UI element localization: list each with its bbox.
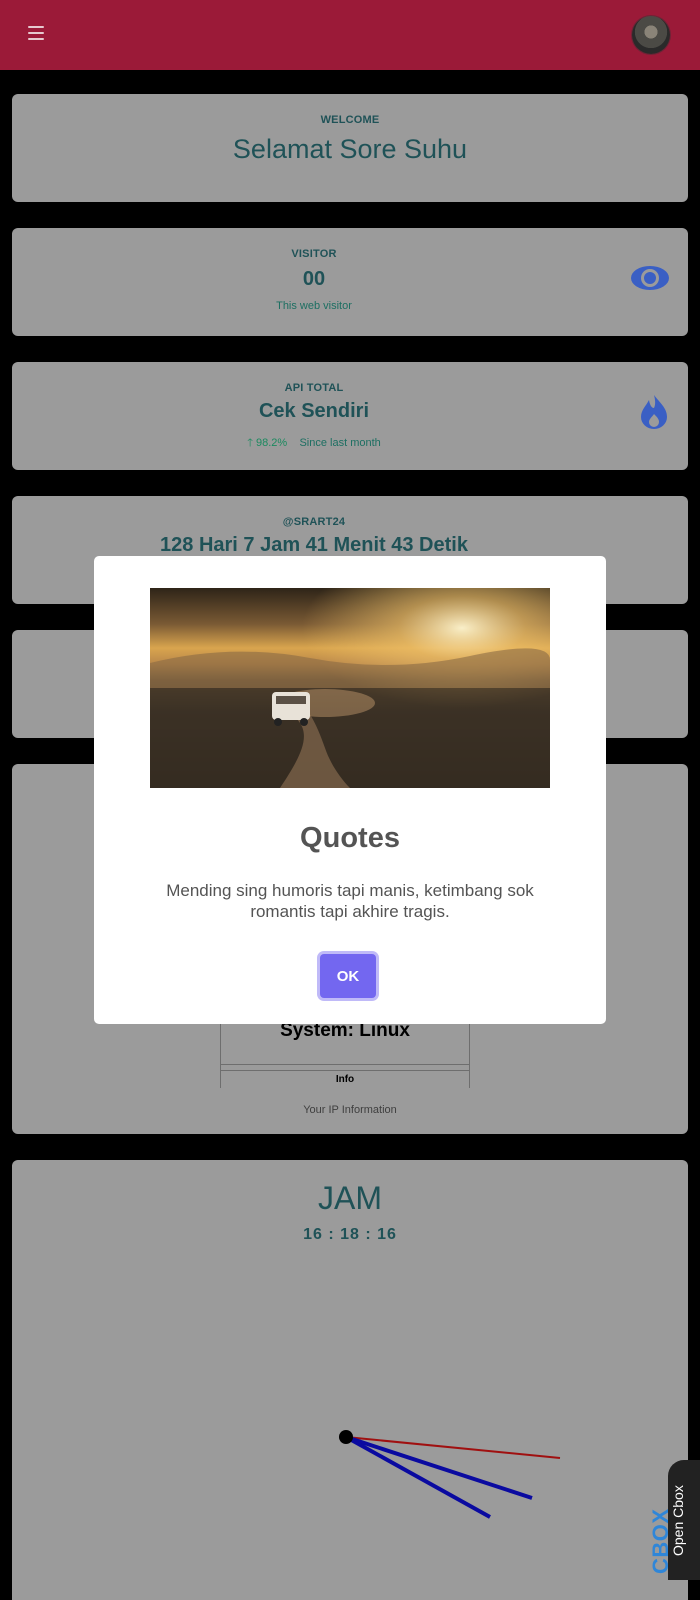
- modal-title: Quotes: [300, 822, 400, 854]
- quotes-modal: Quotes Mending sing humoris tapi manis, …: [94, 556, 606, 1024]
- ok-button[interactable]: OK: [320, 954, 376, 998]
- modal-quote-text: Mending sing humoris tapi manis, ketimba…: [166, 881, 534, 921]
- modal-image-desert-van: [150, 588, 550, 788]
- modal-overlay: Quotes Mending sing humoris tapi manis, …: [0, 0, 700, 1580]
